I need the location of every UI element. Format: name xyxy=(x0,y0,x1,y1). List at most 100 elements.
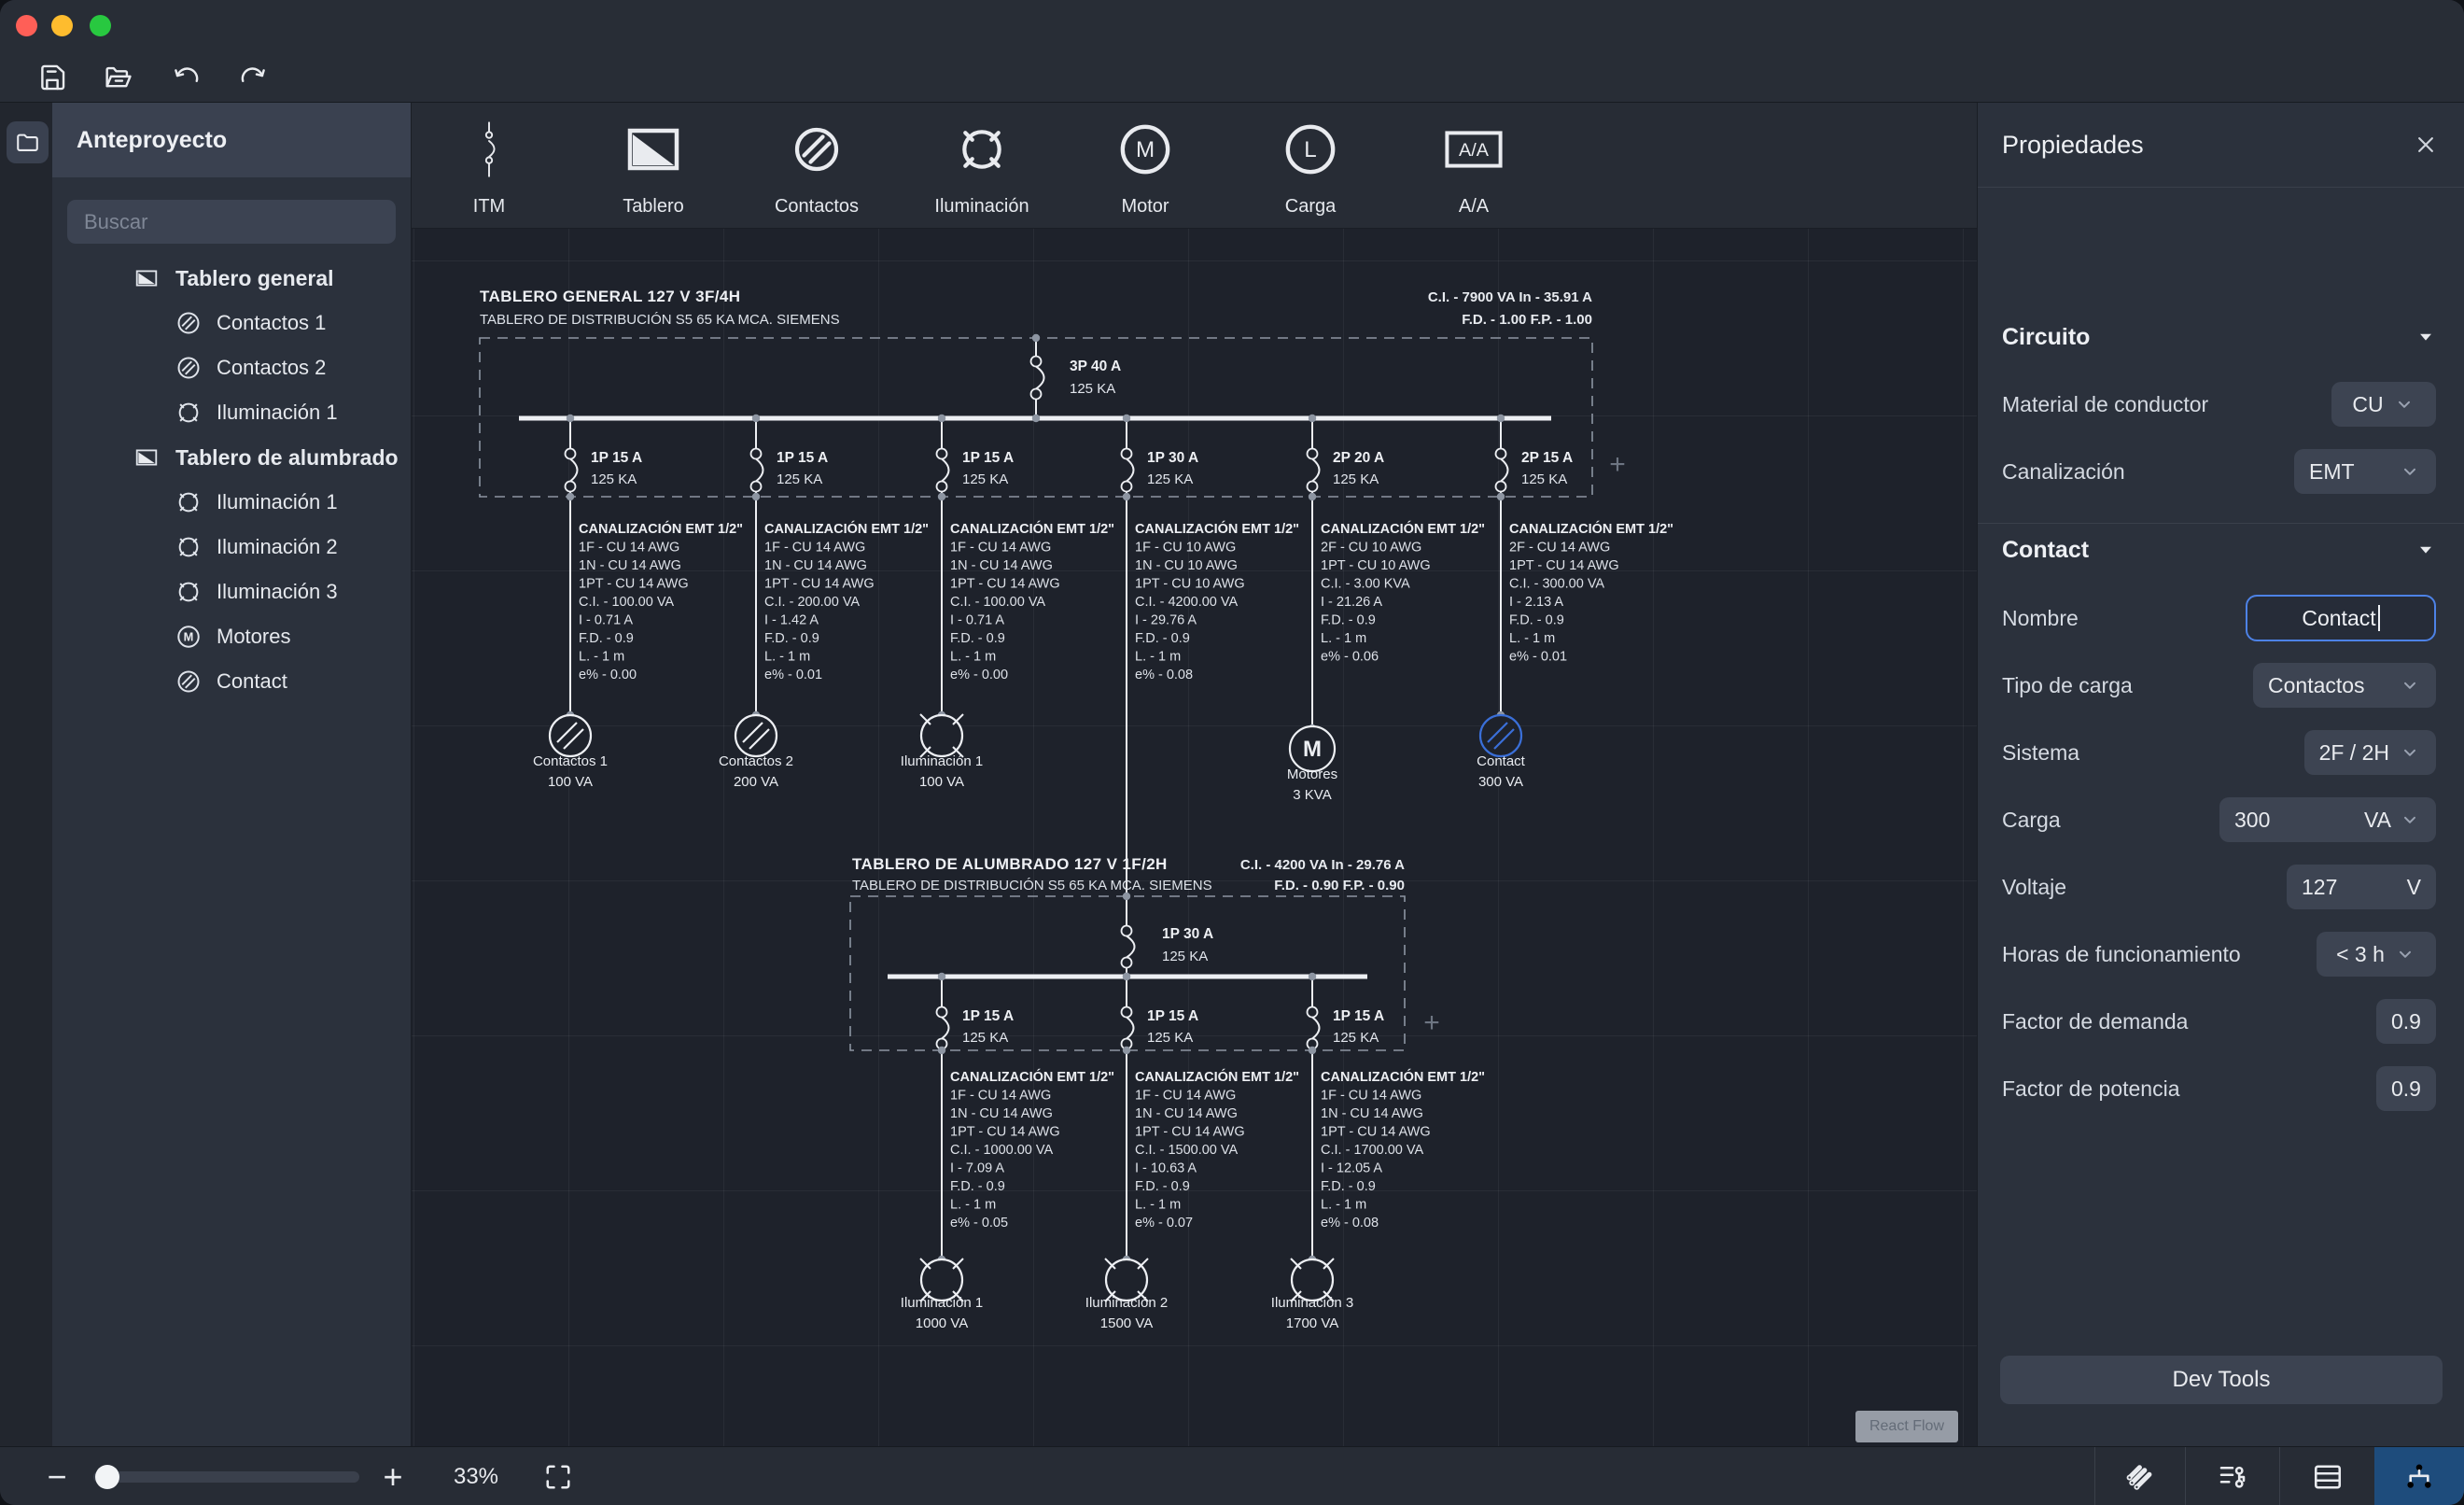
zoom-slider-thumb[interactable] xyxy=(95,1465,119,1489)
sidebar-item-iluminación-2[interactable]: Iluminación 2 xyxy=(52,525,411,570)
add-circuit-handle[interactable]: + xyxy=(1423,1007,1440,1038)
bottom-bar: − + 33% xyxy=(0,1446,2464,1505)
close-window-button[interactable] xyxy=(16,15,37,36)
load-node-contact[interactable]: Contact300 VA xyxy=(1477,711,1526,790)
circuit-branch[interactable]: 1P 15 A125 KACANALIZACIÓN EMT 1/2"1F - C… xyxy=(937,415,1115,715)
section-contact[interactable]: Contact xyxy=(2002,531,2436,569)
panel-tablero-general[interactable]: TABLERO GENERAL 127 V 3F/4HTABLERO DE DI… xyxy=(480,288,1673,896)
sidebar-item-contact[interactable]: Contact xyxy=(52,659,411,704)
project-folder-button[interactable] xyxy=(7,121,49,163)
palette-item-motor[interactable]: MMotor xyxy=(1075,103,1215,229)
load-node-motores[interactable]: MMotores3 KVA xyxy=(1287,724,1337,803)
tipo-carga-dropdown[interactable]: Contactos xyxy=(2253,663,2436,708)
voltaje-input[interactable]: 127 V xyxy=(2287,865,2436,909)
close-icon[interactable] xyxy=(2412,131,2440,159)
circuit-branch[interactable]: 1P 15 A125 KACANALIZACIÓN EMT 1/2"1F - C… xyxy=(937,973,1115,1259)
svg-text:TABLERO DE DISTRIBUCIÓN S5 65: TABLERO DE DISTRIBUCIÓN S5 65 KA MCA. SI… xyxy=(852,878,1212,893)
sidebar-item-iluminación-1[interactable]: Iluminación 1 xyxy=(52,390,411,435)
circuit-branch[interactable]: 1P 15 A125 KACANALIZACIÓN EMT 1/2"1F - C… xyxy=(751,415,930,715)
nombre-input[interactable]: Contact xyxy=(2246,595,2436,641)
add-circuit-handle[interactable]: + xyxy=(1609,449,1626,480)
zoom-in-button[interactable]: + xyxy=(372,1447,413,1505)
sidebar-item-tablero-de-alumbrado[interactable]: Tablero de alumbrado xyxy=(52,435,411,480)
svg-text:I - 29.76 A: I - 29.76 A xyxy=(1135,613,1197,628)
open-file-button[interactable] xyxy=(102,62,133,93)
circuit-branch[interactable]: 2P 20 A125 KACANALIZACIÓN EMT 1/2"2F - C… xyxy=(1308,415,1486,728)
carga-input-dropdown[interactable]: 300 VA xyxy=(2219,797,2436,842)
svg-text:e% - 0.01: e% - 0.01 xyxy=(764,668,822,682)
undo-icon[interactable] xyxy=(237,62,269,93)
left-rail xyxy=(0,103,52,1446)
svg-text:100 VA: 100 VA xyxy=(548,774,593,790)
load-node-contactos-2[interactable]: Contactos 2200 VA xyxy=(719,711,793,790)
sidebar-item-contactos-2[interactable]: Contactos 2 xyxy=(52,345,411,390)
zoom-out-button[interactable]: − xyxy=(36,1447,77,1505)
sidebar-item-iluminación-3[interactable]: Iluminación 3 xyxy=(52,570,411,614)
svg-text:C.I. - 1700.00 VA: C.I. - 1700.00 VA xyxy=(1321,1143,1423,1158)
load-node-contactos-1[interactable]: Contactos 1100 VA xyxy=(533,711,608,790)
load-node-iluminación-1[interactable]: Iluminación 1100 VA xyxy=(901,711,983,790)
load-node-iluminación-2[interactable]: Iluminación 21500 VA xyxy=(1085,1256,1168,1331)
itm-icon xyxy=(453,110,525,189)
palette-item-carga[interactable]: LCarga xyxy=(1240,103,1380,229)
save-button[interactable] xyxy=(36,62,68,93)
svg-text:A/A: A/A xyxy=(1459,140,1490,161)
section-circuito[interactable]: Circuito xyxy=(2002,318,2436,356)
circuit-branch[interactable]: 1P 15 A125 KACANALIZACIÓN EMT 1/2"1F - C… xyxy=(1122,973,1300,1259)
palette-item-contactos[interactable]: Contactos xyxy=(747,103,887,229)
factor-potencia-input[interactable]: 0.9 xyxy=(2376,1066,2436,1111)
svg-text:I - 10.63 A: I - 10.63 A xyxy=(1135,1161,1197,1176)
minimize-window-button[interactable] xyxy=(51,15,73,36)
palette-item-a-a[interactable]: A/AA/A xyxy=(1404,103,1544,229)
factor-demanda-input[interactable]: 0.9 xyxy=(2376,999,2436,1044)
palette-item-label: Carga xyxy=(1240,196,1380,218)
svg-text:CANALIZACIÓN EMT 1/2": CANALIZACIÓN EMT 1/2" xyxy=(950,520,1114,537)
palette-item-label: Iluminación xyxy=(912,196,1052,218)
cables-view-button[interactable] xyxy=(2094,1447,2185,1505)
sidebar-item-iluminación-1[interactable]: Iluminación 1 xyxy=(52,480,411,525)
material-dropdown[interactable]: CU xyxy=(2331,382,2436,427)
svg-text:CANALIZACIÓN EMT 1/2": CANALIZACIÓN EMT 1/2" xyxy=(579,520,743,537)
circuit-branch[interactable]: 2P 15 A125 KACANALIZACIÓN EMT 1/2"2F - C… xyxy=(1496,415,1674,715)
palette-item-tablero[interactable]: Tablero xyxy=(583,103,723,229)
svg-text:1F - CU 14 AWG: 1F - CU 14 AWG xyxy=(764,541,865,556)
svg-text:1F - CU 14 AWG: 1F - CU 14 AWG xyxy=(1321,1089,1421,1104)
dev-tools-button[interactable]: Dev Tools xyxy=(2000,1356,2443,1404)
table-view-button[interactable] xyxy=(2279,1447,2374,1505)
svg-text:1N - CU 14 AWG: 1N - CU 14 AWG xyxy=(950,1106,1053,1121)
sistema-dropdown[interactable]: 2F / 2H xyxy=(2304,730,2436,775)
component-palette: ITMTableroContactos Iluminación MMotorLCar… xyxy=(412,103,1977,229)
horas-dropdown[interactable]: < 3 h xyxy=(2317,932,2436,977)
fit-view-icon[interactable] xyxy=(541,1460,575,1494)
load-node-iluminación-3[interactable]: Iluminación 31700 VA xyxy=(1271,1256,1353,1331)
contactos-icon xyxy=(175,310,202,336)
diagram-canvas[interactable]: TABLERO GENERAL 127 V 3F/4HTABLERO DE DI… xyxy=(412,229,1977,1446)
one-line-diagram[interactable]: TABLERO GENERAL 127 V 3F/4HTABLERO DE DI… xyxy=(412,229,1977,1446)
palette-item-itm[interactable]: ITM xyxy=(419,103,559,229)
sidebar-item-label: Iluminación 1 xyxy=(217,490,338,514)
sidebar-item-motores[interactable]: MMotores xyxy=(52,614,411,659)
oneline-view-button[interactable] xyxy=(2374,1447,2464,1505)
circuit-branch[interactable]: 1P 15 A125 KACANALIZACIÓN EMT 1/2"1F - C… xyxy=(566,415,744,715)
circuit-branch[interactable]: 1P 15 A125 KACANALIZACIÓN EMT 1/2"1F - C… xyxy=(1308,973,1486,1259)
svg-text:TABLERO DE ALUMBRADO 127 V 1: TABLERO DE ALUMBRADO 127 V 1F/2H xyxy=(852,855,1168,873)
panel-tablero-alumbrado[interactable]: TABLERO DE ALUMBRADO 127 V 1F/2H TABLERO … xyxy=(850,855,1485,1331)
row-sistema: Sistema 2F / 2H xyxy=(2002,726,2436,779)
text-caret xyxy=(2378,605,2380,631)
react-flow-attribution[interactable]: React Flow xyxy=(1855,1411,1958,1442)
circuit-branch[interactable]: 1P 30 A125 KACANALIZACIÓN EMT 1/2"1F - C… xyxy=(1122,415,1300,896)
schedule-view-button[interactable] xyxy=(2185,1447,2279,1505)
load-node-iluminación-1[interactable]: Iluminación 11000 VA xyxy=(901,1256,983,1331)
sidebar-item-contactos-1[interactable]: Contactos 1 xyxy=(52,301,411,345)
sidebar-item-tablero-general[interactable]: Tablero general xyxy=(52,256,411,301)
zoom-slider[interactable] xyxy=(93,1471,359,1483)
search-input[interactable] xyxy=(67,200,396,244)
svg-text:C.I. - 100.00 VA: C.I. - 100.00 VA xyxy=(950,595,1045,610)
redo-icon[interactable] xyxy=(171,62,203,93)
svg-text:1P 15 A: 1P 15 A xyxy=(1147,1008,1198,1024)
svg-text:e% - 0.05: e% - 0.05 xyxy=(950,1216,1008,1231)
sidebar-item-label: Tablero general xyxy=(175,266,334,291)
zoom-window-button[interactable] xyxy=(90,15,111,36)
palette-item-iluminaci-n[interactable]: Iluminación xyxy=(912,103,1052,229)
canalizacion-dropdown[interactable]: EMT xyxy=(2294,449,2436,494)
